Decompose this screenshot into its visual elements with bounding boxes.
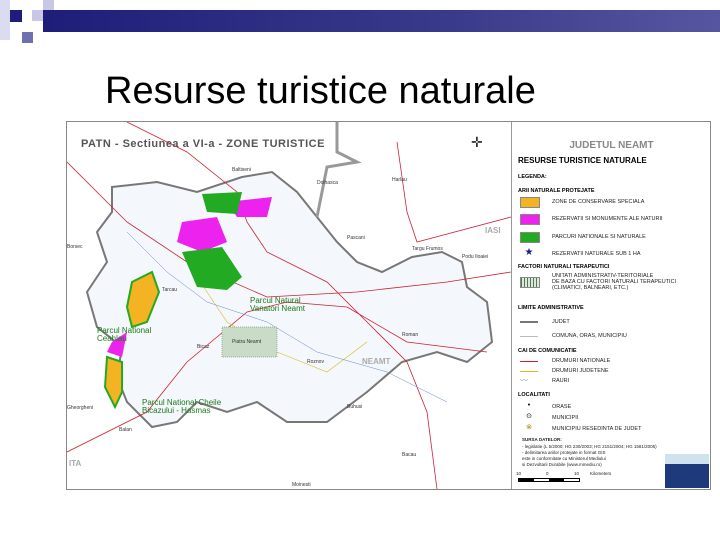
legend-section-title: LIMITE ADMINISTRATIVE: [518, 305, 584, 311]
legend-section-title: CAI DE COMUNICATIE: [518, 348, 577, 354]
sources-title: SURSA DATELOR:: [522, 437, 562, 442]
legend-item: MUNICIPII: [552, 415, 579, 421]
swatch-park: [520, 232, 540, 243]
scale-bar: [518, 478, 580, 482]
header-bar: [43, 10, 720, 32]
decor-square: [10, 10, 22, 22]
legend-item: ORASE: [552, 404, 572, 410]
legend-item: REZERVATII SI MONUMENTE ALE NATURII: [552, 216, 663, 222]
star-icon: ★: [524, 247, 534, 258]
decor-square: [32, 10, 43, 21]
county-seat-icon: ⊗: [526, 424, 532, 431]
scale-right: 10: [574, 471, 580, 476]
legend-county: JUDETUL NEAMT: [569, 140, 654, 151]
park-label: Parcul National Ceahlau: [97, 326, 152, 343]
legend-item: MUNICIPIU RESEDINTA DE JUDET: [552, 426, 642, 432]
swatch-reserve: [520, 214, 540, 225]
region-label: NEAMT: [362, 357, 391, 366]
slide-title: Resurse turistice naturale: [105, 70, 536, 112]
legend-section-title: ARII NATURALE PROTEJATE: [518, 188, 595, 194]
place-label: Moinesti: [292, 482, 311, 488]
tourism-map: ✛ PATN - Sectiunea a VI-a - ZONE TURISTI…: [66, 121, 711, 490]
region-label: IASI: [485, 226, 501, 235]
place-label: Harlau: [392, 177, 407, 183]
legend-item: (CLIMATICI, BALNEARI, ETC.): [552, 285, 629, 291]
place-label: Baltiseni: [232, 167, 251, 173]
place-label: Buhusi: [347, 404, 363, 410]
legend-label: LEGENDA:: [518, 174, 547, 180]
town-dot-icon: •: [527, 402, 531, 409]
municipality-icon: ⊙: [526, 413, 532, 420]
place-label: Roznov: [307, 359, 324, 365]
place-label: Pascani: [347, 235, 365, 241]
region-label: ITA: [69, 459, 82, 468]
place-label: Bicaz: [197, 344, 210, 350]
ministry-logo: [665, 454, 709, 488]
place-label: Bacau: [402, 452, 417, 458]
scale-mid: 0: [546, 471, 549, 476]
place-label: Balan: [119, 427, 132, 433]
place-label: Gheorgheni: [67, 405, 94, 411]
swatch-therapeutic: [520, 277, 540, 288]
river-icon: 〰: [520, 376, 528, 385]
swatch-conservation: [520, 197, 540, 208]
legend-item: DRUMURI NATIONALE: [552, 358, 611, 364]
map-title: PATN - Sectiunea a VI-a - ZONE TURISTICE: [81, 138, 325, 150]
legend-heading: RESURSE TURISTICE NATURALE: [518, 156, 647, 165]
county-boundary-north: [315, 122, 362, 218]
legend-item: RAURI: [552, 378, 570, 384]
line-commune: [520, 336, 538, 337]
line-county-road: [520, 371, 538, 372]
place-label: Piatra Neamt: [232, 339, 262, 345]
compass-icon: ✛: [471, 134, 483, 150]
line-county: [520, 321, 538, 323]
legend-section-title: FACTORI NATURALI TERAPEUTICI: [518, 264, 610, 270]
source-line: - legislatie (L 5/2000; HG 230/2003; HG …: [522, 444, 657, 449]
place-label: Borsec: [67, 244, 83, 250]
legend-section-title: LOCALITATI: [518, 392, 550, 398]
place-label: Tarcau: [162, 287, 178, 293]
scale-unit: Kilometers: [590, 471, 612, 476]
legend-item: DRUMURI JUDETENE: [552, 368, 609, 374]
source-line: - delimitarea ariilor protejate in forma…: [522, 450, 606, 455]
place-label: Targu Frumos: [412, 246, 443, 252]
park-label: Parcul Natural Vanatori Neamt: [250, 296, 305, 313]
national-park: [202, 192, 242, 214]
decor-square: [0, 0, 10, 40]
special-conservation-zone: [103, 355, 123, 410]
source-line: este in conformitate cu Ministerul Mediu…: [522, 456, 606, 461]
decor-square: [22, 32, 33, 43]
source-line: si Dezvoltarii Durabile (www.mmediu.ro): [522, 462, 602, 467]
map-legend: JUDETUL NEAMT RESURSE TURISTICE NATURALE…: [511, 122, 710, 489]
legend-item: REZERVATII NATURALE SUB 1 HA: [552, 251, 641, 257]
line-national-road: [520, 361, 538, 362]
decor-square: [43, 0, 54, 10]
legend-item: PARCURI NATIONALE SI NATURALE: [552, 234, 646, 240]
legend-item: JUDET: [552, 319, 570, 325]
place-label: Roman: [402, 332, 419, 338]
park-label: Parcul National Cheile Bicazului - Hasma…: [142, 398, 222, 415]
scale-left: 10: [516, 471, 522, 476]
place-label: Dolhasca: [317, 180, 338, 186]
legend-item: ZONE DE CONSERVARE SPECIALA: [552, 199, 645, 205]
legend-item: COMUNA, ORAS, MUNICIPIU: [552, 333, 627, 339]
place-label: Podu Iloaiei: [462, 254, 489, 260]
